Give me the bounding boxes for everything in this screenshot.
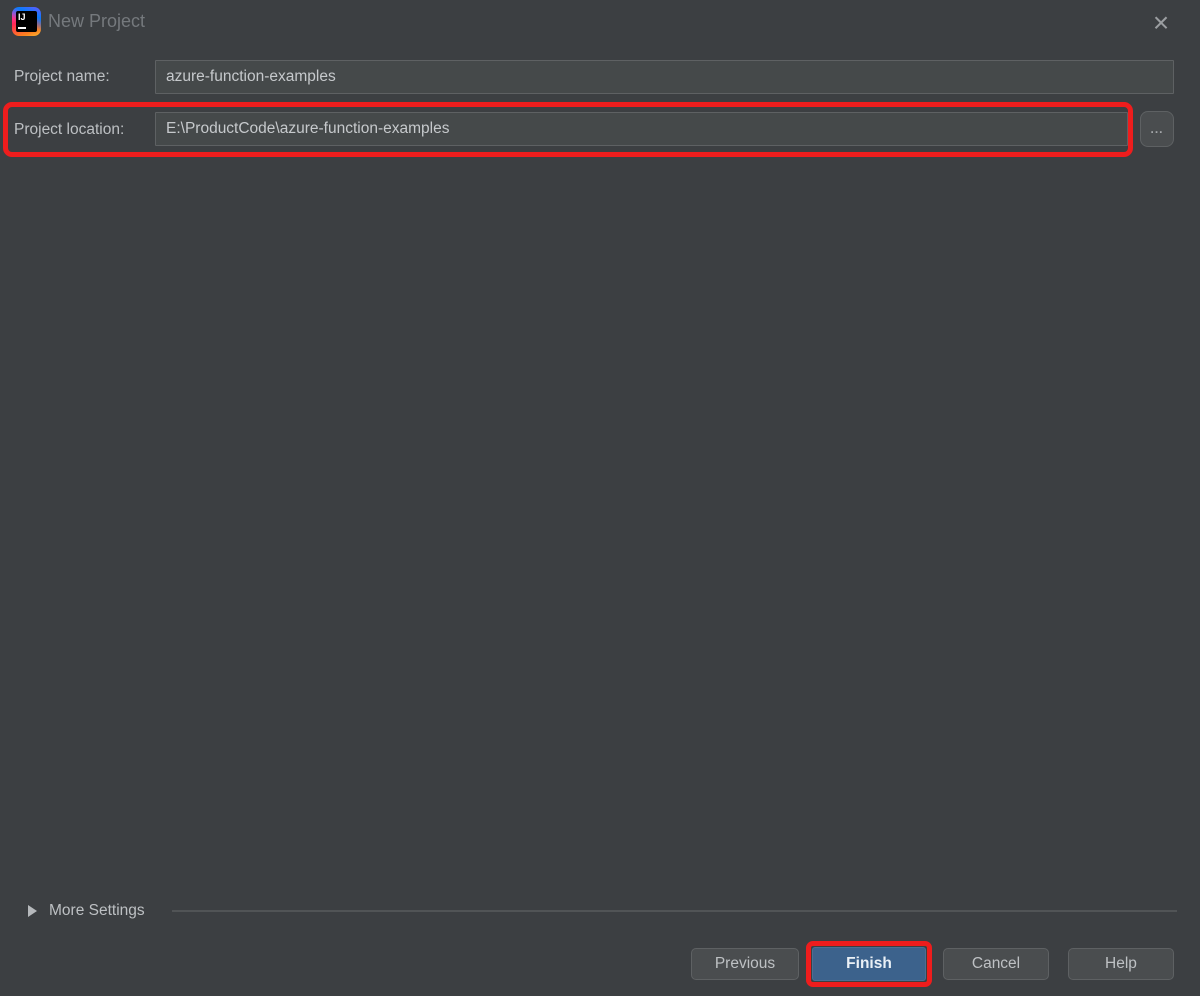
previous-button[interactable]: Previous: [691, 948, 799, 980]
logo-underscore: [18, 27, 26, 29]
project-name-input[interactable]: [155, 60, 1174, 94]
logo-inner-square: IJ: [16, 11, 37, 32]
project-location-label: Project location:: [14, 121, 124, 139]
dialog-title: New Project: [48, 11, 145, 32]
collapse-arrow-icon: [28, 905, 37, 917]
project-location-input[interactable]: [155, 112, 1128, 146]
help-button[interactable]: Help: [1068, 948, 1174, 980]
title-bar: IJ New Project ×: [0, 0, 1200, 46]
new-project-dialog: { "window": { "title": "New Project", "c…: [0, 0, 1200, 996]
separator-line: [172, 910, 1177, 912]
close-icon[interactable]: ×: [1144, 6, 1178, 40]
cancel-button[interactable]: Cancel: [943, 948, 1049, 980]
more-settings-toggle[interactable]: More Settings: [28, 899, 145, 923]
more-settings-label: More Settings: [49, 902, 145, 920]
project-name-label: Project name:: [14, 68, 110, 86]
logo-monogram: IJ: [18, 12, 26, 22]
browse-button[interactable]: ...: [1140, 111, 1174, 147]
intellij-idea-logo-icon: IJ: [12, 7, 41, 36]
finish-button[interactable]: Finish: [812, 947, 926, 981]
